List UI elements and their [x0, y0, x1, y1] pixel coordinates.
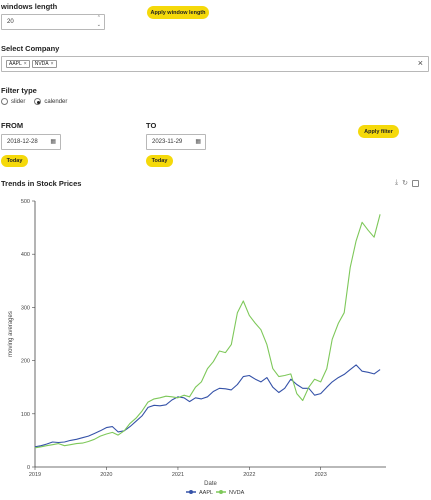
legend-label-nvda: NVDA [229, 490, 245, 496]
y-tick-label: 500 [21, 199, 30, 205]
x-tick-label: 2022 [243, 472, 255, 478]
company-chip-nvda: NVDA × [31, 60, 57, 68]
to-date-input[interactable]: 2023-11-29 ▦ [146, 134, 206, 150]
fullscreen-icon[interactable] [411, 179, 419, 187]
calendar-icon[interactable]: ▦ [195, 138, 201, 145]
apply-window-length-button[interactable]: Apply window length [147, 6, 209, 19]
download-icon[interactable]: ⤓ [395, 179, 398, 187]
radio-calender[interactable] [34, 98, 42, 105]
chart-toolbar: ⤓ ↻ [395, 179, 419, 187]
company-chip-aapl: AAPL × [6, 60, 30, 68]
y-axis-label: moving averages [8, 311, 14, 357]
window-length-input[interactable]: 20 ⌃ ⌄ [1, 14, 105, 30]
chart-title: Trends in Stock Prices [1, 179, 82, 188]
chip-label: AAPL [9, 61, 22, 67]
to-label: TO [146, 121, 157, 130]
series-line-aapl [34, 364, 381, 448]
radio-calender-label: calender [44, 98, 68, 105]
y-tick-label: 0 [27, 465, 30, 471]
y-tick-label: 100 [21, 412, 30, 418]
calendar-icon[interactable]: ▦ [50, 138, 56, 145]
radio-slider-label: slider [11, 98, 26, 105]
legend-label-aapl: AAPL [199, 490, 213, 496]
filter-type-radio-group: slider calender [1, 98, 67, 105]
chip-label: NVDA [34, 61, 49, 67]
from-today-button[interactable]: Today [1, 155, 28, 167]
radio-slider[interactable] [1, 98, 8, 105]
x-tick-label: 2023 [315, 472, 327, 478]
series-line-nvda [34, 214, 381, 449]
stock-price-chart: 0 100 200 300 400 500 2019 2020 2021 2022 2023 Date… [8, 199, 386, 496]
x-tick-label: 2019 [29, 472, 41, 478]
close-icon[interactable]: × [418, 58, 423, 68]
y-tick-label: 200 [21, 359, 30, 365]
chip-remove-icon[interactable]: × [51, 61, 54, 67]
from-date-input[interactable]: 2018-12-28 ▦ [1, 134, 61, 150]
y-tick-label: 400 [21, 252, 30, 258]
from-label: FROM [1, 121, 24, 130]
x-tick-label: 2021 [172, 472, 184, 478]
restore-icon[interactable]: ↻ [402, 179, 408, 187]
legend-marker-nvda [219, 490, 223, 494]
window-length-label: windows length [1, 2, 58, 11]
filter-type-label: Filter type [1, 86, 37, 95]
company-multiselect[interactable]: AAPL × NVDA × × [1, 56, 429, 72]
x-tick-label: 2020 [100, 472, 112, 478]
select-company-label: Select Company [1, 44, 60, 53]
to-date-value: 2023-11-29 [152, 139, 183, 145]
apply-filter-button[interactable]: Apply filter [358, 125, 399, 138]
to-today-button[interactable]: Today [146, 155, 173, 167]
window-length-value: 20 [7, 19, 14, 25]
x-axis-label: Date [204, 481, 217, 487]
from-date-value: 2018-12-28 [7, 139, 38, 145]
y-tick-label: 300 [21, 305, 30, 311]
legend-marker-aapl [189, 490, 193, 494]
stepper-icon[interactable]: ⌃ ⌄ [97, 15, 101, 29]
chip-remove-icon[interactable]: × [24, 61, 27, 67]
